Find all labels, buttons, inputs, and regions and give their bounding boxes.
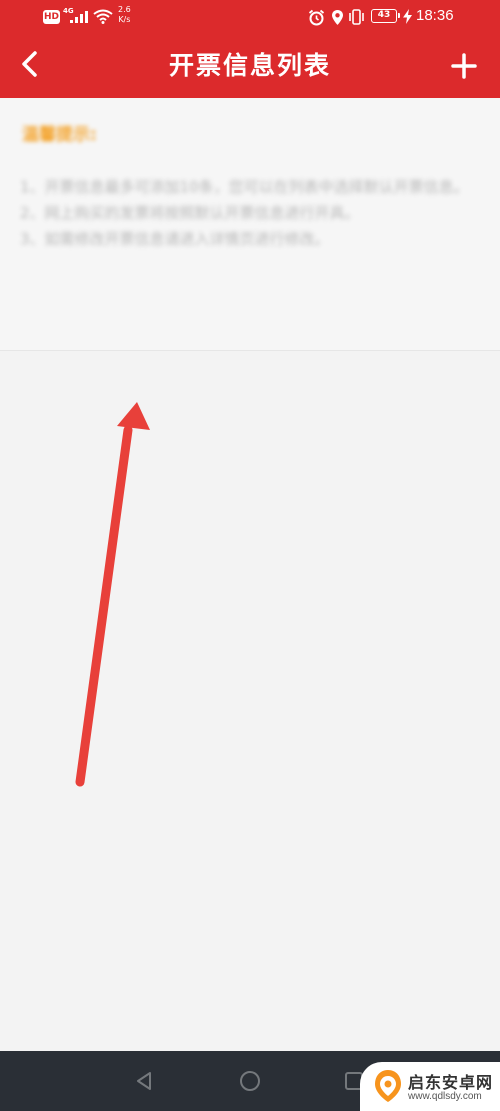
add-invoice-info-button[interactable] bbox=[446, 48, 482, 84]
tips-title: 温馨提示: bbox=[22, 125, 97, 145]
signal-icon bbox=[70, 11, 88, 23]
screen: HD 4G 2.6 K/s 43 18:36 开票信息列表 温馨提示: 1、开票… bbox=[0, 0, 500, 1111]
watermark-logo-icon bbox=[375, 1070, 401, 1102]
tips-card: 温馨提示: 1、开票信息最多可添加10条，您可以在列表中选择默认开票信息。 2、… bbox=[0, 98, 500, 351]
alarm-icon bbox=[308, 9, 325, 26]
invoice-list-empty bbox=[0, 351, 500, 1051]
page-title: 开票信息列表 bbox=[168, 51, 331, 80]
tip-item: 2、网上购买的发票将按照默认开票信息进行开具。 bbox=[20, 204, 360, 222]
speed-value: 2.6 bbox=[118, 5, 131, 14]
back-button[interactable] bbox=[10, 44, 50, 84]
battery-indicator: 43 bbox=[371, 9, 400, 23]
tip-item: 3、如需修改开票信息请进入详情页进行修改。 bbox=[20, 230, 330, 248]
status-clock: 18:36 bbox=[416, 7, 454, 24]
hd-badge: HD bbox=[43, 10, 60, 24]
wifi-icon bbox=[93, 9, 113, 24]
status-bar: HD 4G 2.6 K/s 43 18:36 bbox=[0, 0, 500, 34]
location-icon bbox=[332, 10, 343, 25]
vibrate-icon bbox=[349, 9, 364, 25]
speed-unit: K/s bbox=[118, 15, 131, 24]
network-speed: 2.6 K/s bbox=[118, 5, 131, 25]
watermark-name: 启东安卓网 bbox=[408, 1073, 494, 1092]
circle-home-icon bbox=[240, 1071, 260, 1091]
nav-home-button[interactable] bbox=[234, 1065, 266, 1097]
watermark-url: www.qdlsdy.com bbox=[408, 1091, 482, 1102]
plus-icon bbox=[451, 53, 477, 79]
nav-back-button[interactable] bbox=[128, 1065, 160, 1097]
tips-list: 1、开票信息最多可添加10条，您可以在列表中选择默认开票信息。 2、网上购买的发… bbox=[20, 174, 470, 252]
triangle-back-icon bbox=[137, 1072, 151, 1090]
header: HD 4G 2.6 K/s 43 18:36 开票信息列表 bbox=[0, 0, 500, 98]
back-arrow-icon bbox=[22, 51, 37, 77]
charging-bolt-icon bbox=[403, 9, 412, 24]
tip-item: 1、开票信息最多可添加10条，您可以在列表中选择默认开票信息。 bbox=[20, 178, 469, 196]
app-bar: 开票信息列表 bbox=[0, 34, 500, 98]
site-watermark: 启东安卓网 www.qdlsdy.com bbox=[360, 1062, 500, 1111]
